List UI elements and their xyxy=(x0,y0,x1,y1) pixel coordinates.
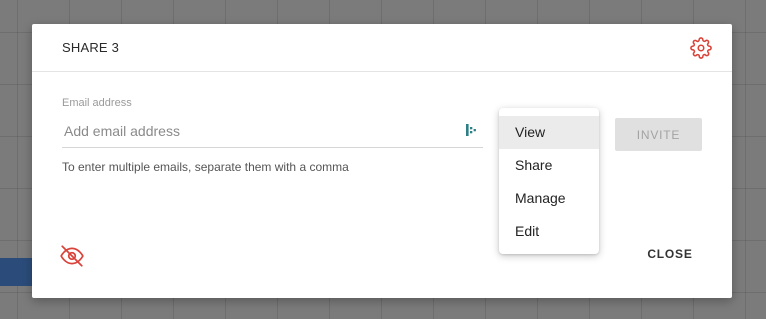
menu-item-share[interactable]: Share xyxy=(499,149,599,182)
menu-item-view[interactable]: View xyxy=(499,116,599,149)
email-field-label: Email address xyxy=(62,97,132,109)
permission-menu: View Share Manage Edit xyxy=(499,108,599,254)
backdrop-nav-bar xyxy=(0,258,34,286)
menu-item-manage[interactable]: Manage xyxy=(499,182,599,215)
share-dialog: SHARE 3 Email address To enter multiple … xyxy=(32,24,732,298)
email-field[interactable] xyxy=(62,120,456,142)
gear-icon[interactable] xyxy=(690,37,712,59)
email-field-underline xyxy=(62,147,483,148)
contact-picker-icon[interactable] xyxy=(464,123,478,137)
dialog-header: SHARE 3 xyxy=(32,24,732,72)
menu-item-edit[interactable]: Edit xyxy=(499,215,599,248)
eye-off-icon[interactable] xyxy=(59,243,85,269)
invite-button[interactable]: INVITE xyxy=(615,118,702,151)
dialog-title: SHARE 3 xyxy=(62,40,120,55)
close-button[interactable]: CLOSE xyxy=(636,244,704,264)
email-helper-text: To enter multiple emails, separate them … xyxy=(62,160,349,174)
